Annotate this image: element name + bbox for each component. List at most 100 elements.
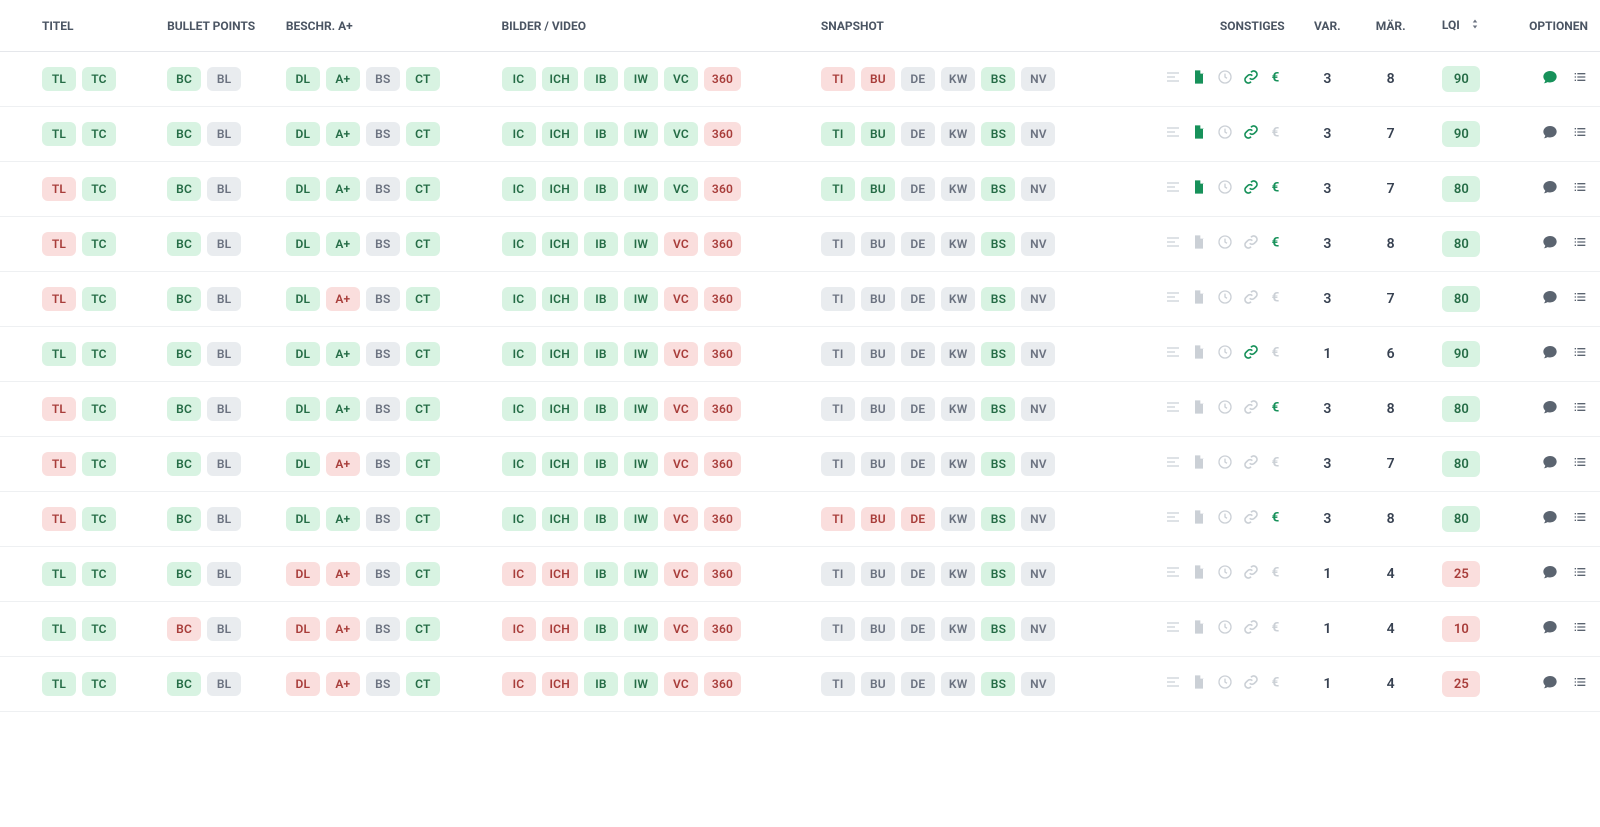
- pill-iw[interactable]: IW: [624, 452, 658, 476]
- pill-a+[interactable]: A+: [326, 562, 360, 586]
- pill-bs[interactable]: BS: [366, 507, 400, 531]
- pill-nv[interactable]: NV: [1021, 452, 1055, 476]
- pill-ic[interactable]: IC: [502, 177, 536, 201]
- link-icon[interactable]: [1243, 69, 1259, 89]
- pill-bl[interactable]: BL: [207, 122, 241, 146]
- clock-icon[interactable]: [1217, 564, 1233, 584]
- pill-ib[interactable]: IB: [584, 232, 618, 256]
- pill-bl[interactable]: BL: [207, 67, 241, 91]
- pill-iw[interactable]: IW: [624, 562, 658, 586]
- pill-tl[interactable]: TL: [42, 672, 76, 696]
- pill-360[interactable]: 360: [704, 177, 741, 201]
- pill-nv[interactable]: NV: [1021, 342, 1055, 366]
- pill-vc[interactable]: VC: [664, 342, 698, 366]
- document-icon[interactable]: [1191, 124, 1207, 144]
- pill-bl[interactable]: BL: [207, 617, 241, 641]
- pill-ti[interactable]: TI: [821, 452, 855, 476]
- clock-icon[interactable]: [1217, 124, 1233, 144]
- document-icon[interactable]: [1191, 179, 1207, 199]
- pill-vc[interactable]: VC: [664, 452, 698, 476]
- lqi-badge[interactable]: 80: [1442, 176, 1480, 202]
- euro-icon[interactable]: [1269, 619, 1285, 639]
- pill-de[interactable]: DE: [901, 122, 935, 146]
- pill-a+[interactable]: A+: [326, 397, 360, 421]
- pill-bs[interactable]: BS: [366, 287, 400, 311]
- pill-bl[interactable]: BL: [207, 452, 241, 476]
- euro-icon[interactable]: [1269, 179, 1285, 199]
- pill-tc[interactable]: TC: [82, 617, 116, 641]
- pill-360[interactable]: 360: [704, 397, 741, 421]
- pill-ib[interactable]: IB: [584, 672, 618, 696]
- comment-icon[interactable]: [1542, 399, 1558, 419]
- pill-bl[interactable]: BL: [207, 342, 241, 366]
- pill-tl[interactable]: TL: [42, 122, 76, 146]
- col-sonstiges[interactable]: SONSTIGES: [1122, 0, 1296, 52]
- link-icon[interactable]: [1243, 344, 1259, 364]
- clock-icon[interactable]: [1217, 289, 1233, 309]
- pill-ct[interactable]: CT: [406, 562, 440, 586]
- menu-icon[interactable]: [1572, 454, 1588, 474]
- pill-bu[interactable]: BU: [861, 672, 895, 696]
- pill-ti[interactable]: TI: [821, 617, 855, 641]
- pill-ct[interactable]: CT: [406, 177, 440, 201]
- pill-ich[interactable]: ICH: [542, 452, 578, 476]
- align-icon[interactable]: [1165, 564, 1181, 584]
- menu-icon[interactable]: [1572, 179, 1588, 199]
- pill-nv[interactable]: NV: [1021, 562, 1055, 586]
- pill-bu[interactable]: BU: [861, 452, 895, 476]
- pill-vc[interactable]: VC: [664, 67, 698, 91]
- pill-de[interactable]: DE: [901, 397, 935, 421]
- pill-dl[interactable]: DL: [286, 67, 320, 91]
- pill-bc[interactable]: BC: [167, 507, 201, 531]
- pill-ib[interactable]: IB: [584, 342, 618, 366]
- clock-icon[interactable]: [1217, 344, 1233, 364]
- pill-kw[interactable]: KW: [941, 122, 976, 146]
- pill-bs[interactable]: BS: [981, 562, 1015, 586]
- euro-icon[interactable]: [1269, 124, 1285, 144]
- pill-tl[interactable]: TL: [42, 342, 76, 366]
- pill-ich[interactable]: ICH: [542, 672, 578, 696]
- menu-icon[interactable]: [1572, 674, 1588, 694]
- pill-ti[interactable]: TI: [821, 397, 855, 421]
- pill-ib[interactable]: IB: [584, 617, 618, 641]
- pill-kw[interactable]: KW: [941, 67, 976, 91]
- pill-bc[interactable]: BC: [167, 672, 201, 696]
- pill-ti[interactable]: TI: [821, 67, 855, 91]
- pill-ic[interactable]: IC: [502, 672, 536, 696]
- link-icon[interactable]: [1243, 289, 1259, 309]
- pill-vc[interactable]: VC: [664, 232, 698, 256]
- pill-a+[interactable]: A+: [326, 232, 360, 256]
- pill-kw[interactable]: KW: [941, 287, 976, 311]
- pill-vc[interactable]: VC: [664, 507, 698, 531]
- pill-dl[interactable]: DL: [286, 507, 320, 531]
- pill-iw[interactable]: IW: [624, 177, 658, 201]
- pill-bs[interactable]: BS: [366, 672, 400, 696]
- link-icon[interactable]: [1243, 399, 1259, 419]
- pill-de[interactable]: DE: [901, 672, 935, 696]
- clock-icon[interactable]: [1217, 454, 1233, 474]
- pill-kw[interactable]: KW: [941, 452, 976, 476]
- pill-dl[interactable]: DL: [286, 342, 320, 366]
- document-icon[interactable]: [1191, 399, 1207, 419]
- pill-kw[interactable]: KW: [941, 507, 976, 531]
- pill-ib[interactable]: IB: [584, 452, 618, 476]
- pill-de[interactable]: DE: [901, 177, 935, 201]
- lqi-badge[interactable]: 25: [1442, 561, 1480, 587]
- pill-bu[interactable]: BU: [861, 177, 895, 201]
- comment-icon[interactable]: [1542, 234, 1558, 254]
- document-icon[interactable]: [1191, 69, 1207, 89]
- menu-icon[interactable]: [1572, 399, 1588, 419]
- pill-dl[interactable]: DL: [286, 672, 320, 696]
- pill-dl[interactable]: DL: [286, 452, 320, 476]
- euro-icon[interactable]: [1269, 509, 1285, 529]
- document-icon[interactable]: [1191, 564, 1207, 584]
- pill-ct[interactable]: CT: [406, 67, 440, 91]
- pill-de[interactable]: DE: [901, 507, 935, 531]
- pill-ti[interactable]: TI: [821, 122, 855, 146]
- pill-bc[interactable]: BC: [167, 122, 201, 146]
- pill-tc[interactable]: TC: [82, 397, 116, 421]
- pill-tl[interactable]: TL: [42, 287, 76, 311]
- pill-360[interactable]: 360: [704, 122, 741, 146]
- pill-dl[interactable]: DL: [286, 562, 320, 586]
- pill-tc[interactable]: TC: [82, 507, 116, 531]
